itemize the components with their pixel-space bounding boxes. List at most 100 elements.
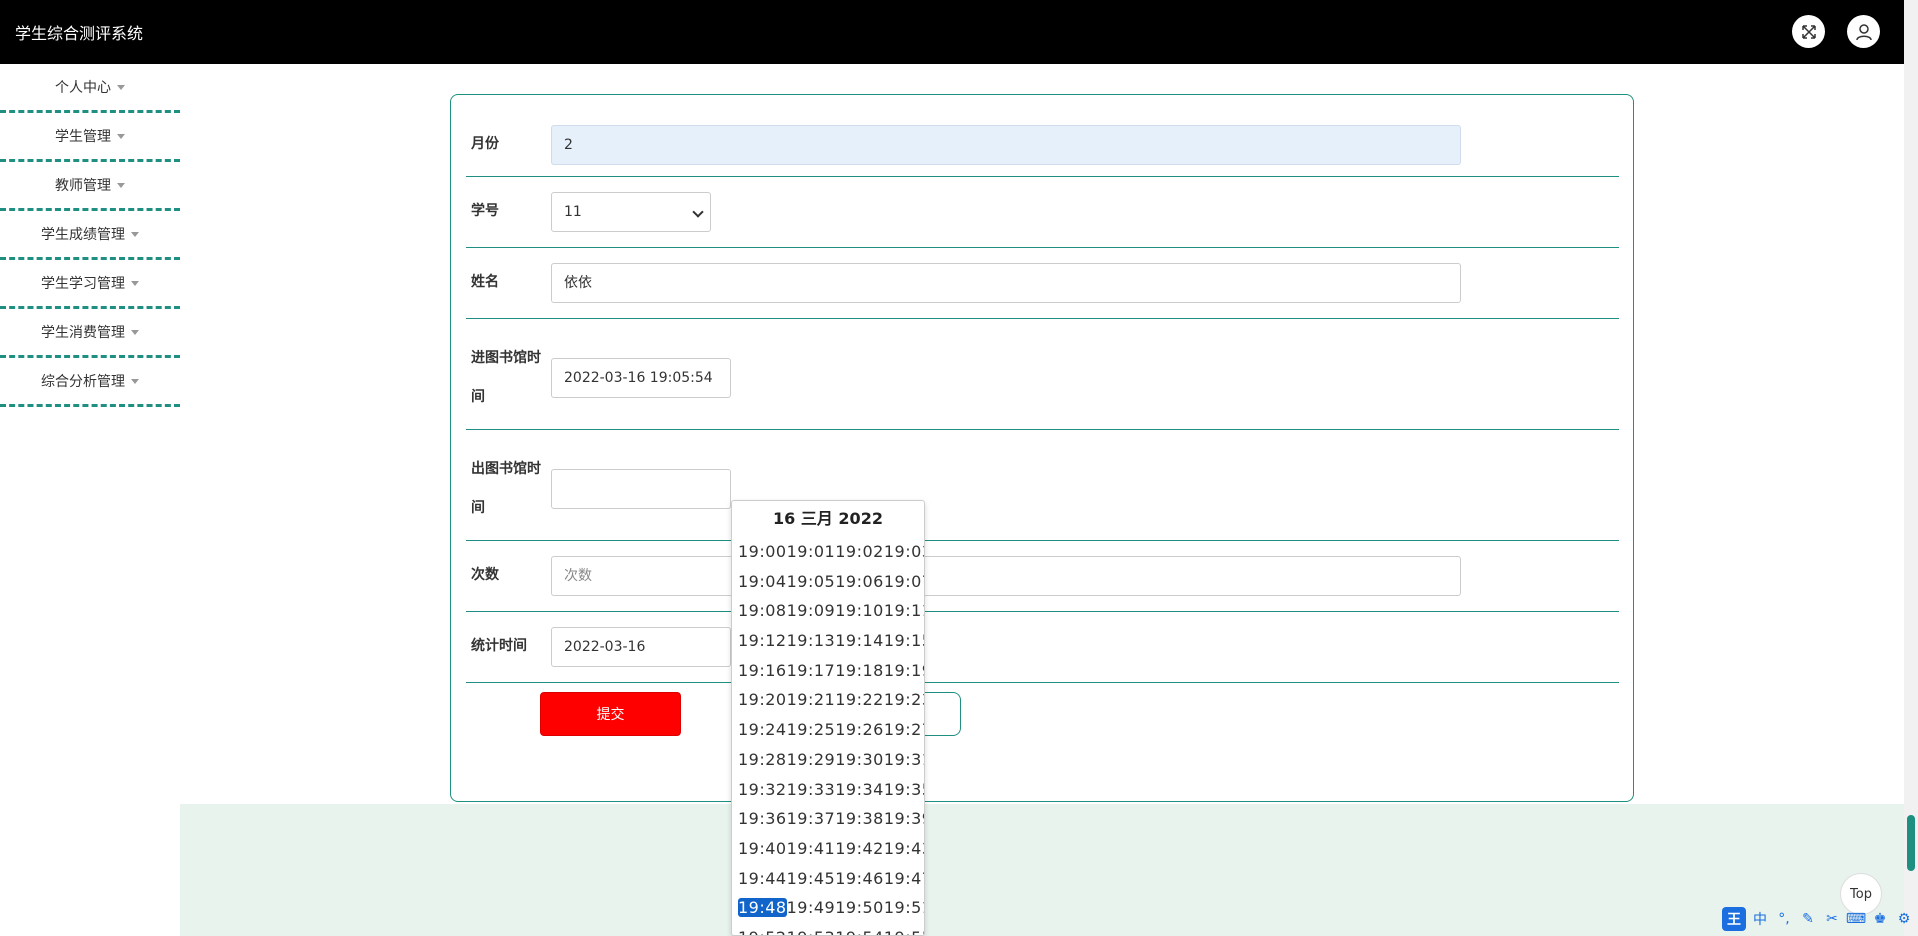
keyboard-icon[interactable]: ⌨	[1846, 909, 1866, 929]
stat-time-field[interactable]: 2022-03-16	[551, 627, 731, 667]
picker-time-option[interactable]: 19:35	[884, 780, 924, 799]
picker-time-option[interactable]: 19:45	[787, 869, 836, 888]
picker-time-option[interactable]: 19:21	[787, 690, 836, 709]
picker-time-option[interactable]: 19:36	[738, 809, 787, 828]
picker-time-row: 19:4419:4519:4619:47	[732, 864, 924, 894]
sidebar-item-teacher-management[interactable]: 教师管理	[0, 162, 180, 211]
user-menu-button[interactable]	[1847, 15, 1880, 48]
picker-time-option[interactable]: 19:09	[787, 601, 836, 620]
sidebar-item-label: 学生成绩管理	[41, 227, 125, 243]
picker-time-option[interactable]: 19:07	[884, 572, 924, 591]
picker-time-option[interactable]: 19:16	[738, 661, 787, 680]
ime-mode-indicator[interactable]: 中	[1750, 909, 1770, 929]
picker-time-option[interactable]: 19:55	[884, 928, 924, 935]
sidebar-item-personal-center[interactable]: 个人中心	[0, 64, 180, 113]
picker-time-option[interactable]: 19:29	[787, 750, 836, 769]
picker-time-option[interactable]: 19:37	[787, 809, 836, 828]
skin-icon[interactable]: ♚	[1870, 909, 1890, 929]
picker-time-option[interactable]: 19:11	[884, 601, 924, 620]
picker-time-option[interactable]: 19:20	[738, 690, 787, 709]
picker-time-option[interactable]: 19:08	[738, 601, 787, 620]
picker-time-option[interactable]: 19:44	[738, 869, 787, 888]
picker-time-option[interactable]: 19:43	[884, 839, 924, 858]
sidebar-item-analysis-management[interactable]: 综合分析管理	[0, 358, 180, 407]
sidebar-item-grades-management[interactable]: 学生成绩管理	[0, 211, 180, 260]
picker-time-option[interactable]: 19:27	[884, 720, 924, 739]
picker-time-option[interactable]: 19:26	[835, 720, 884, 739]
pen-icon[interactable]: ✎	[1798, 909, 1818, 929]
sidebar-item-study-management[interactable]: 学生学习管理	[0, 260, 180, 309]
picker-time-option[interactable]: 19:50	[835, 898, 884, 917]
exit-time-label-line2: 间	[471, 500, 485, 516]
form-row-month: 月份 2	[466, 95, 1619, 177]
ime-brand-icon[interactable]: 王	[1722, 907, 1746, 931]
picker-time-option[interactable]: 19:22	[835, 690, 884, 709]
picker-date-header: 16 三月 2022	[773, 509, 883, 528]
picker-time-option[interactable]: 19:41	[787, 839, 836, 858]
settings-gear-icon[interactable]: ⚙	[1894, 909, 1914, 929]
picker-time-option[interactable]: 19:03	[884, 542, 924, 561]
picker-time-option[interactable]: 19:00	[738, 542, 787, 561]
picker-time-row: 19:2019:2119:2219:23	[732, 685, 924, 715]
picker-time-option[interactable]: 19:51	[884, 898, 924, 917]
picker-time-option[interactable]: 19:46	[835, 869, 884, 888]
picker-time-option[interactable]: 19:12	[738, 631, 787, 650]
page-scrollbar[interactable]	[1904, 0, 1918, 936]
count-field[interactable]: 次数	[551, 556, 1461, 596]
sidebar-item-student-management[interactable]: 学生管理	[0, 113, 180, 162]
picker-time-option[interactable]: 19:19	[884, 661, 924, 680]
picker-time-option[interactable]: 19:17	[787, 661, 836, 680]
form-row-exit-time: 出图书馆时 间	[466, 430, 1619, 541]
form-row-student-id: 学号 11	[466, 177, 1619, 248]
picker-time-option[interactable]: 19:53	[787, 928, 836, 935]
picker-time-option[interactable]: 19:32	[738, 780, 787, 799]
caret-down-icon	[131, 378, 139, 384]
name-field[interactable]: 依依	[551, 263, 1461, 303]
sidebar-item-consumption-management[interactable]: 学生消费管理	[0, 309, 180, 358]
picker-time-option[interactable]: 19:54	[835, 928, 884, 935]
exit-time-field[interactable]	[551, 469, 731, 509]
picker-time-option[interactable]: 19:52	[738, 928, 787, 935]
student-id-select[interactable]: 11	[551, 192, 711, 232]
picker-time-row: 19:5219:5319:5419:55	[732, 923, 924, 935]
picker-time-option[interactable]: 19:13	[787, 631, 836, 650]
datetime-picker: 16 三月 2022 19:0019:0119:0219:0319:0419:0…	[731, 500, 925, 936]
scrollbar-thumb[interactable]	[1907, 815, 1915, 871]
picker-time-option[interactable]: 19:14	[835, 631, 884, 650]
picker-time-selected[interactable]: 19:48	[738, 898, 787, 918]
submit-button[interactable]: 提交	[540, 692, 681, 736]
picker-time-option[interactable]: 19:10	[835, 601, 884, 620]
picker-time-option[interactable]: 19:40	[738, 839, 787, 858]
picker-time-option[interactable]: 19:34	[835, 780, 884, 799]
picker-time-option[interactable]: 19:23	[884, 690, 924, 709]
picker-time-option[interactable]: 19:02	[835, 542, 884, 561]
picker-time-option[interactable]: 19:39	[884, 809, 924, 828]
picker-time-option[interactable]: 19:01	[787, 542, 836, 561]
picker-time-option[interactable]: 19:30	[835, 750, 884, 769]
student-id-value: 11	[564, 204, 582, 220]
fullscreen-button[interactable]	[1792, 15, 1825, 48]
picker-time-option[interactable]: 19:15	[884, 631, 924, 650]
picker-time-row: 19:3219:3319:3419:35	[732, 775, 924, 805]
picker-time-option[interactable]: 19:04	[738, 572, 787, 591]
picker-time-option[interactable]: 19:25	[787, 720, 836, 739]
picker-time-option[interactable]: 19:24	[738, 720, 787, 739]
picker-time-option[interactable]: 19:49	[787, 898, 836, 917]
picker-time-option[interactable]: 19:42	[835, 839, 884, 858]
picker-time-option[interactable]: 19:31	[884, 750, 924, 769]
enter-time-field[interactable]: 2022-03-16 19:05:54	[551, 358, 731, 398]
picker-time-row: 19:1219:1319:1419:15	[732, 626, 924, 656]
picker-time-option[interactable]: 19:06	[835, 572, 884, 591]
punctuation-icon[interactable]: °,	[1774, 909, 1794, 929]
picker-time-option[interactable]: 19:18	[835, 661, 884, 680]
caret-down-icon	[131, 329, 139, 335]
form-row-enter-time: 进图书馆时 间 2022-03-16 19:05:54	[466, 319, 1619, 430]
picker-time-option[interactable]: 19:33	[787, 780, 836, 799]
picker-time-option[interactable]: 19:05	[787, 572, 836, 591]
picker-time-option[interactable]: 19:47	[884, 869, 924, 888]
picker-time-option[interactable]: 19:28	[738, 750, 787, 769]
scissors-icon[interactable]: ✂	[1822, 909, 1842, 929]
month-field[interactable]: 2	[551, 125, 1461, 165]
picker-time-option[interactable]: 19:38	[835, 809, 884, 828]
form-row-count: 次数 次数	[466, 541, 1619, 612]
